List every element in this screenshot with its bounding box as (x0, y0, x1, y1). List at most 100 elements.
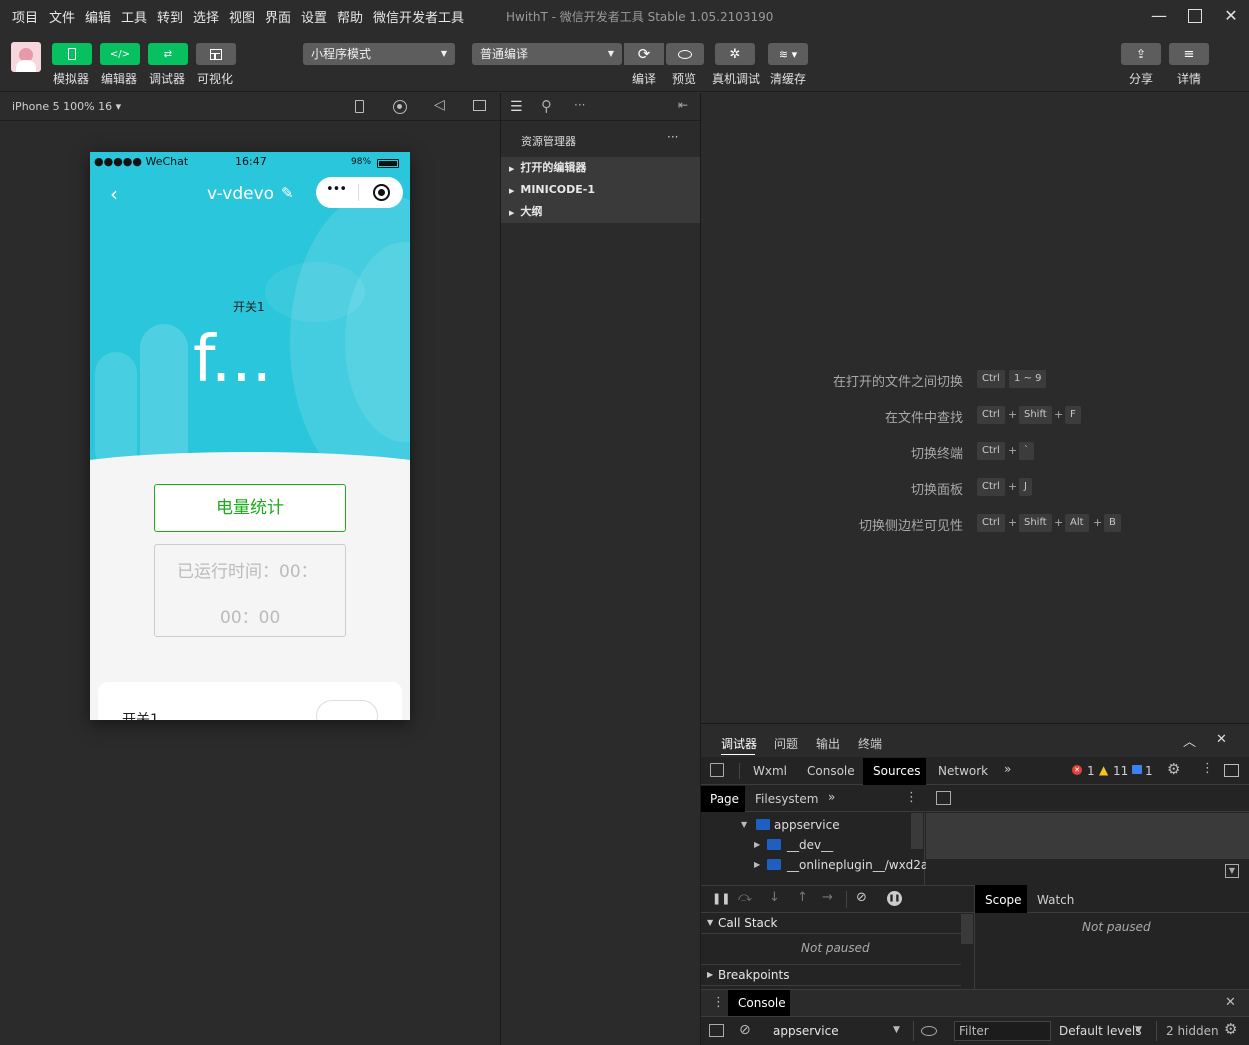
tree-onlineplugin[interactable]: __onlineplugin__/wxd2a (787, 858, 928, 872)
popout-icon[interactable] (473, 100, 486, 111)
more-icon[interactable]: ••• (326, 182, 347, 197)
tree-appservice[interactable]: appservice (774, 818, 840, 832)
menu-project[interactable]: 项目 (12, 7, 38, 26)
explorer-more-icon[interactable]: ··· (667, 130, 678, 144)
inspect-icon[interactable] (710, 763, 724, 777)
switch-toggle[interactable] (316, 700, 378, 720)
editor-empty-state: 在打开的文件之间切换 Ctrl 1 ~ 9 在文件中查找 Ctrl + Shif… (701, 93, 1249, 723)
avatar[interactable] (11, 42, 41, 72)
kebab-icon[interactable]: ⋮ (712, 995, 725, 1010)
device-icon[interactable] (355, 100, 364, 113)
deactivate-breakpoints-icon[interactable]: ⊘ (856, 890, 867, 905)
share-button[interactable]: ⇪ (1121, 43, 1161, 65)
pause-on-exceptions-icon[interactable]: ❚❚ (887, 891, 902, 906)
debugger-button[interactable]: ⇄ (148, 43, 188, 65)
tab-terminal[interactable]: 终端 (858, 735, 882, 752)
details-button[interactable]: ≡ (1169, 43, 1209, 65)
pause-icon[interactable]: ❚❚ (712, 892, 730, 905)
menu-edit[interactable]: 编辑 (85, 7, 111, 26)
sidebar-toggle-icon[interactable] (709, 1024, 724, 1037)
step-over-icon[interactable]: ⤼ (738, 890, 752, 905)
more-tabs-icon[interactable]: » (828, 790, 835, 804)
tab-console[interactable]: Console (807, 764, 855, 778)
files-icon[interactable]: ☰ (510, 99, 523, 115)
tab-watch[interactable]: Watch (1037, 893, 1074, 907)
tree-outline[interactable]: ▶ 大纲 (501, 201, 700, 223)
tab-scope[interactable]: Scope (985, 893, 1022, 907)
preview-button[interactable] (666, 43, 704, 65)
tab-problems[interactable]: 问题 (774, 735, 798, 752)
clear-console-icon[interactable]: ⊘ (739, 1022, 751, 1038)
back-icon[interactable]: ‹ (110, 182, 118, 206)
tab-wxml[interactable]: Wxml (753, 764, 787, 778)
step-icon[interactable]: → (822, 890, 833, 905)
error-count[interactable]: 1 (1087, 764, 1095, 778)
tab-network[interactable]: Network (938, 764, 988, 778)
eye-icon[interactable] (921, 1026, 937, 1036)
menu-view[interactable]: 视图 (229, 7, 255, 26)
tree-scrollbar[interactable] (911, 813, 923, 849)
warning-count[interactable]: 11 (1113, 764, 1128, 778)
step-out-icon[interactable]: ↑ (797, 890, 808, 905)
collapse-sidebar-icon[interactable]: ⇤ (678, 98, 688, 112)
sidebar-scrollbar[interactable] (961, 914, 973, 944)
context-select[interactable]: appservice (773, 1024, 839, 1038)
phone-simulator[interactable]: ●●●●● WeChat 16:47 98% ‹ v-vdevo ✎ ••• 开… (90, 152, 410, 720)
close-drawer-icon[interactable]: ✕ (1225, 995, 1236, 1010)
volume-icon[interactable]: ◁ (434, 97, 445, 113)
minimize-icon[interactable]: — (1147, 4, 1171, 28)
menu-interface[interactable]: 界面 (265, 7, 291, 26)
clear-cache-button[interactable]: ≋ ▾ (768, 43, 808, 65)
tab-debugger[interactable]: 调试器 (721, 735, 757, 752)
mode-select[interactable]: 小程序模式 ▼ (303, 43, 455, 65)
edit-icon[interactable]: ✎ (281, 184, 294, 202)
undock-icon[interactable] (1224, 764, 1239, 777)
tab-filesystem[interactable]: Filesystem (755, 792, 818, 806)
menu-settings[interactable]: 设置 (301, 7, 327, 26)
compile-button[interactable]: ⟳ (624, 43, 664, 65)
tab-page[interactable]: Page (710, 792, 739, 806)
close-icon[interactable]: ✕ (1219, 4, 1243, 28)
tree-dev[interactable]: __dev__ (787, 838, 833, 852)
tab-sources[interactable]: Sources (873, 764, 920, 778)
menu-tools[interactable]: 工具 (121, 7, 147, 26)
format-icon[interactable]: ▼ (1225, 864, 1239, 878)
tree-project[interactable]: ▶ MINICODE-1 (501, 179, 700, 201)
filter-input[interactable]: Filter (954, 1021, 1051, 1041)
more-icon[interactable]: ··· (574, 98, 585, 112)
tab-output[interactable]: 输出 (816, 735, 840, 752)
kebab-icon[interactable]: ⋮ (1201, 761, 1214, 776)
tree-open-editors[interactable]: ▶ 打开的编辑器 (501, 157, 700, 179)
power-stats-button[interactable]: 电量统计 (154, 484, 346, 532)
info-count[interactable]: 1 (1145, 764, 1153, 778)
more-tabs-icon[interactable]: » (1004, 762, 1011, 776)
menu-goto[interactable]: 转到 (157, 7, 183, 26)
levels-select[interactable]: Default levels (1059, 1024, 1141, 1038)
compile-select[interactable]: 普通编译 ▼ (472, 43, 622, 65)
remote-debug-button[interactable]: ✲ (715, 43, 755, 65)
chevron-up-icon[interactable]: ︿ (1183, 731, 1196, 750)
info-icon (1132, 765, 1142, 774)
close-panel-icon[interactable]: ✕ (1216, 732, 1227, 747)
maximize-icon[interactable] (1183, 4, 1207, 28)
settings-icon[interactable]: ⚙ (1167, 760, 1180, 778)
visual-button[interactable] (196, 43, 236, 65)
call-stack-header[interactable]: Call Stack (718, 916, 777, 930)
console-settings-icon[interactable]: ⚙ (1224, 1020, 1237, 1038)
close-miniprogram-icon[interactable] (373, 184, 390, 201)
menu-file[interactable]: 文件 (49, 7, 75, 26)
kebab-icon[interactable]: ⋮ (905, 790, 918, 805)
device-select[interactable]: iPhone 5 100% 16 ▾ (12, 100, 121, 113)
editor-button[interactable]: </> (100, 43, 140, 65)
search-icon[interactable]: ⚲ (541, 97, 552, 115)
console-drawer-tab[interactable]: Console (738, 996, 786, 1010)
simulator-button[interactable] (52, 43, 92, 65)
menu-help[interactable]: 帮助 (337, 7, 363, 26)
record-icon[interactable] (393, 100, 407, 114)
toggle-navigator-icon[interactable] (936, 791, 951, 805)
devtools-panel-tabs: Wxml Console Sources Network » ✕ 1 ▲ 11 … (701, 758, 1249, 785)
menu-devtools[interactable]: 微信开发者工具 (373, 7, 464, 26)
menu-select[interactable]: 选择 (193, 7, 219, 26)
step-into-icon[interactable]: ↓ (769, 890, 780, 905)
breakpoints-header[interactable]: Breakpoints (718, 968, 789, 982)
